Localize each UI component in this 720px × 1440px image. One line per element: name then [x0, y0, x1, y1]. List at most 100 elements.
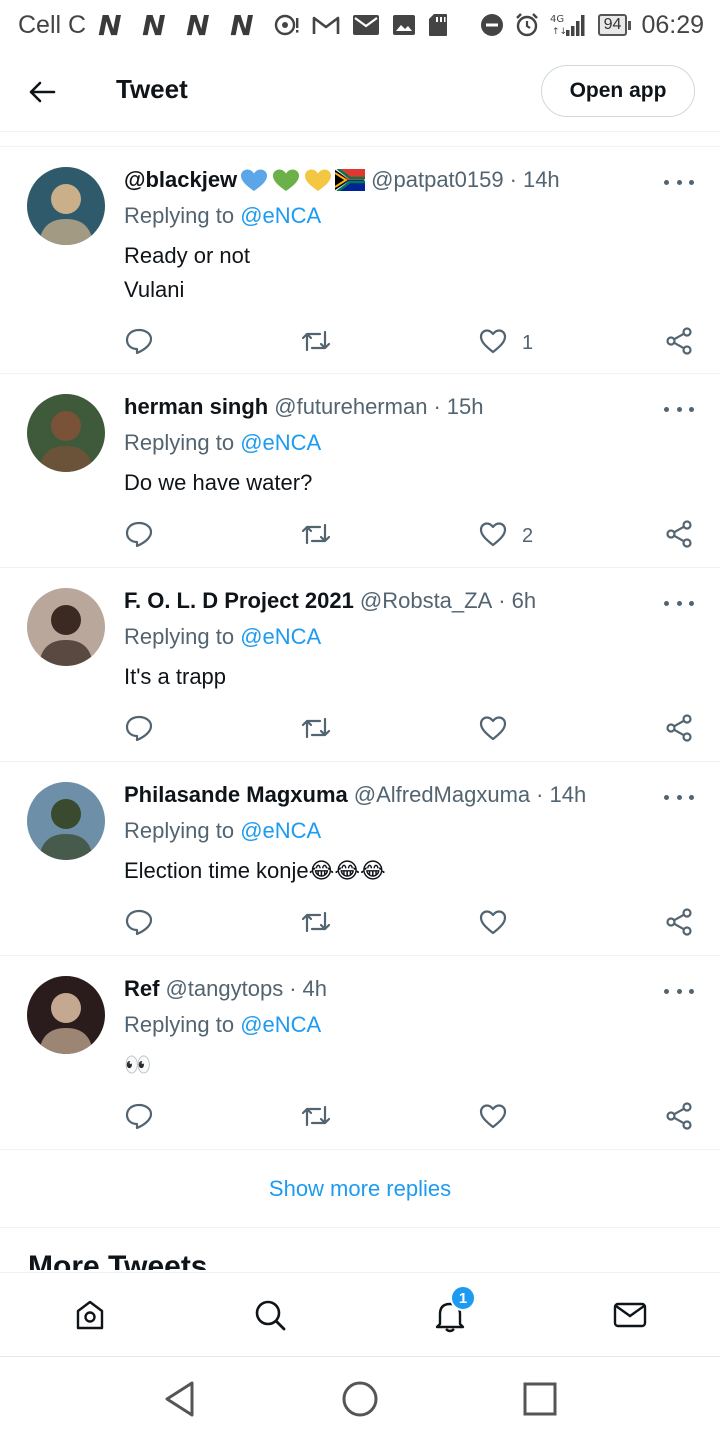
tweet-time[interactable]: 4h [303, 976, 327, 1002]
avatar[interactable] [27, 976, 105, 1054]
back-button[interactable] [22, 72, 62, 112]
separator-dot: · [289, 976, 297, 1001]
system-home-button[interactable] [340, 1379, 380, 1419]
reply-to-link[interactable]: @eNCA [240, 430, 321, 455]
tweet-text: Election time konje😂😂😂 [124, 858, 386, 883]
more-options-button[interactable] [664, 984, 694, 998]
open-app-button[interactable]: Open app [541, 65, 695, 117]
retweet-button[interactable] [300, 323, 332, 363]
system-back-button[interactable] [160, 1379, 200, 1419]
share-button[interactable] [664, 323, 694, 363]
like-button[interactable]: 1 [478, 323, 533, 363]
retweet-icon [300, 1103, 332, 1134]
avatar[interactable] [27, 167, 105, 245]
more-options-button[interactable] [664, 175, 694, 189]
tweet-time[interactable]: 6h [512, 588, 536, 614]
avatar[interactable] [27, 782, 105, 860]
reply-tweet[interactable]: herman singh @futureherman · 15h Replying to… [0, 374, 720, 568]
battery-icon: 94 [597, 14, 632, 36]
show-more-replies-button[interactable]: Show more replies [0, 1150, 720, 1228]
share-button[interactable] [664, 516, 694, 556]
more-options-button[interactable] [664, 790, 694, 804]
reply-tweet[interactable]: @blackjew @patpat0159 · 14h Replying to @eNC… [0, 147, 720, 374]
share-button[interactable] [664, 904, 694, 944]
like-button[interactable] [478, 904, 522, 944]
retweet-icon [300, 909, 332, 940]
reply-tweet[interactable]: Ref @tangytops · 4h Replying to @eNCA 👀 [0, 956, 720, 1150]
share-icon [664, 713, 694, 748]
notification-n-icon: N [186, 8, 209, 42]
display-name[interactable]: @blackjew [124, 167, 237, 193]
system-recents-button[interactable] [520, 1379, 560, 1419]
reply-button[interactable] [124, 1098, 154, 1138]
like-button[interactable] [478, 710, 522, 750]
share-icon [664, 326, 694, 361]
avatar[interactable] [27, 394, 105, 472]
like-button[interactable] [478, 1098, 522, 1138]
heart-icon [478, 908, 508, 941]
tweet-time[interactable]: 14h [523, 167, 560, 193]
like-count: 2 [522, 524, 534, 547]
replying-to-label: Replying to [124, 430, 235, 455]
notification-n-icon: N [142, 8, 165, 42]
gmail-icon [312, 14, 340, 36]
more-options-button[interactable] [664, 596, 694, 610]
replying-to: Replying to @eNCA [124, 624, 321, 650]
user-handle[interactable]: @tangytops [165, 976, 283, 1002]
avatar[interactable] [27, 588, 105, 666]
tweet-time[interactable]: 15h [447, 394, 484, 420]
nav-search[interactable] [250, 1295, 290, 1335]
share-icon [664, 519, 694, 554]
bottom-nav: 1 [0, 1272, 720, 1356]
yellow-heart-icon [305, 169, 332, 191]
reply-tweet[interactable]: F. O. L. D Project 2021 @Robsta_ZA · 6h Repl… [0, 568, 720, 762]
display-name[interactable]: Ref [124, 976, 159, 1002]
share-button[interactable] [664, 1098, 694, 1138]
name-emojis [239, 167, 366, 193]
user-handle[interactable]: @futureherman [274, 394, 427, 420]
retweet-button[interactable] [300, 516, 332, 556]
reply-to-link[interactable]: @eNCA [240, 203, 321, 228]
display-name[interactable]: F. O. L. D Project 2021 [124, 588, 354, 614]
clock: 06:29 [641, 10, 704, 39]
retweet-icon [300, 521, 332, 552]
mail-icon [352, 14, 380, 36]
retweet-button[interactable] [300, 904, 332, 944]
reply-tweet[interactable]: Philasande Magxuma @AlfredMagxuma · 14h Repl… [0, 762, 720, 956]
tweet-text: Ready or not Vulani [124, 243, 250, 302]
display-name[interactable]: Philasande Magxuma [124, 782, 348, 808]
replying-to-label: Replying to [124, 818, 235, 843]
page-title: Tweet [116, 74, 188, 104]
user-handle[interactable]: @AlfredMagxuma [354, 782, 530, 808]
user-handle[interactable]: @patpat0159 [371, 167, 503, 193]
display-name[interactable]: herman singh [124, 394, 268, 420]
battery-level: 94 [597, 14, 628, 36]
sd-card-icon [428, 13, 448, 37]
reply-to-link[interactable]: @eNCA [240, 818, 321, 843]
user-handle[interactable]: @Robsta_ZA [360, 588, 492, 614]
nav-messages[interactable] [610, 1295, 650, 1335]
reply-to-link[interactable]: @eNCA [240, 624, 321, 649]
retweet-icon [300, 715, 332, 746]
share-button[interactable] [664, 710, 694, 750]
home-icon [76, 1300, 104, 1330]
reply-icon [124, 908, 154, 941]
reply-button[interactable] [124, 323, 154, 363]
tweet-time[interactable]: 14h [549, 782, 586, 808]
triangle-back-icon [165, 1381, 194, 1417]
notification-n-icon: N [98, 8, 121, 42]
retweet-button[interactable] [300, 1098, 332, 1138]
tweet-header: F. O. L. D Project 2021 @Robsta_ZA · 6h [124, 588, 536, 614]
tweet-actions [0, 904, 720, 944]
more-options-button[interactable] [664, 402, 694, 416]
like-button[interactable]: 2 [478, 516, 533, 556]
retweet-button[interactable] [300, 710, 332, 750]
reply-button[interactable] [124, 904, 154, 944]
reply-to-link[interactable]: @eNCA [240, 1012, 321, 1037]
reply-button[interactable] [124, 710, 154, 750]
reply-icon [124, 520, 154, 553]
nav-home[interactable] [70, 1295, 110, 1335]
status-bar: Cell C N N N N 4G ↑↓ 94 06:29 [0, 0, 720, 50]
envelope-icon [613, 1302, 647, 1328]
reply-button[interactable] [124, 516, 154, 556]
